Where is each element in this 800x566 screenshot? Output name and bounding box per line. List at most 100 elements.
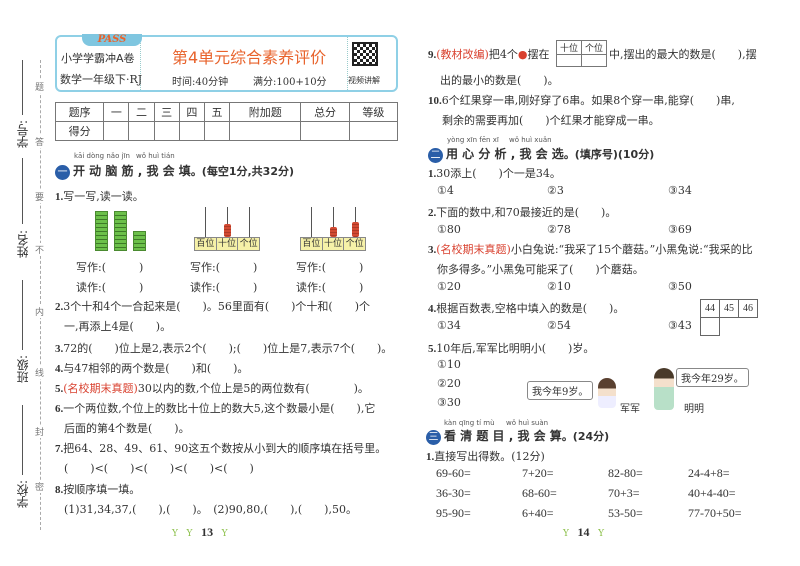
ten-stick-bundle	[95, 211, 108, 251]
fold-word: 内	[35, 305, 45, 318]
option[interactable]: ②3	[547, 184, 564, 197]
option[interactable]: ①20	[437, 280, 461, 293]
subject-grade: 数学一年级下·RJ	[60, 73, 143, 86]
table-header: 附加题	[229, 102, 302, 122]
source-tag: (教材改编)	[436, 48, 489, 61]
time-limit: 时间:40分钟	[172, 77, 229, 88]
table-header: 题序	[54, 102, 105, 122]
calc-problem[interactable]: 82-80=	[608, 466, 643, 481]
write-answer[interactable]: 写作:( )	[190, 259, 257, 275]
calc-problem[interactable]: 7+20=	[522, 466, 554, 481]
name-field[interactable]	[22, 158, 23, 224]
table-header: 一	[103, 102, 130, 122]
page-number-13: Y Y 13 Y	[172, 525, 228, 540]
question-number: 2.	[55, 301, 64, 313]
calc-problem[interactable]: 36-30=	[436, 486, 471, 501]
blank-cell[interactable]	[700, 317, 720, 336]
calc-problem[interactable]: 77-70+50=	[688, 506, 742, 521]
pass-logo: PASS	[82, 34, 142, 46]
calc-problem[interactable]: 68-60=	[522, 486, 557, 501]
read-answer[interactable]: 读作:( )	[76, 279, 143, 295]
section-title: 用 心 分 析 , 我 会 选	[446, 147, 564, 161]
read-answer[interactable]: 读作:( )	[190, 279, 257, 295]
score-cell[interactable]	[153, 121, 180, 141]
section-1-heading: 一开 动 脑 筋 , 我 会 填。(每空1分,共32分)	[55, 162, 294, 180]
calc-problem[interactable]: 70+3=	[608, 486, 640, 501]
question-text: 一个两位数,个位上的数比十位上的数大5,这个数最小是( ),它	[63, 402, 376, 415]
option[interactable]: ③50	[668, 280, 692, 293]
option[interactable]: ③34	[668, 184, 692, 197]
option[interactable]: ③43	[668, 319, 692, 332]
option[interactable]: ①34	[437, 319, 461, 332]
page-title: 第4单元综合素养评价	[172, 48, 327, 67]
class-field[interactable]	[22, 280, 23, 350]
calc-problem[interactable]: 6+40=	[522, 506, 554, 521]
question-text: 下面的数中,和70最接近的是( )。	[436, 206, 617, 219]
table-row: 题序 一 二 三 四 五 附加题 总分 等级	[54, 102, 399, 122]
pinyin: kàn qīng tí mù	[444, 419, 495, 427]
option[interactable]: ②54	[547, 319, 571, 332]
calc-problem[interactable]: 40+4-40=	[688, 486, 736, 501]
table-header: 二	[128, 102, 155, 122]
school-field[interactable]	[22, 405, 23, 475]
source-tag: (名校期末真题)	[436, 243, 511, 256]
option[interactable]: ③30	[437, 396, 461, 409]
question-text: 与47相邻的两个数是( )和( )。	[63, 362, 249, 375]
series-name: 小学学霸冲A卷	[61, 52, 135, 65]
pinyin: wǒ huì xuǎn	[509, 136, 552, 144]
score-cell[interactable]	[128, 121, 155, 141]
calc-problem[interactable]: 95-90=	[436, 506, 471, 521]
fold-word: 线	[35, 366, 45, 379]
question-text: 把64、28、49、61、90这五个数按从小到大的顺序填在括号里。	[63, 442, 387, 455]
full-score: 满分:100+10分	[253, 77, 327, 88]
read-answer[interactable]: 读作:( )	[296, 279, 363, 295]
section-note: 。(每空1分,共32分)	[190, 165, 295, 178]
pinyin: yòng xīn fēn xī	[447, 136, 499, 144]
place-label: 百位	[301, 238, 323, 250]
sequence-blanks[interactable]: (1)31,34,37,( ),( )。 (2)90,80,( ),( ),50…	[64, 501, 357, 517]
calc-problem[interactable]: 69-60=	[436, 466, 471, 481]
question-text: 72的( )位上是2,表示2个( );( )位上是7,表示7个( )。	[63, 342, 393, 355]
question-number: 2.	[428, 207, 437, 219]
option[interactable]: ①10	[437, 358, 461, 371]
video-explain-label: 视频讲解	[348, 76, 380, 85]
ordering-blanks[interactable]: ( )<( )<( )<( )<( )	[64, 460, 254, 476]
score-cell[interactable]	[300, 121, 350, 141]
write-answer[interactable]: 写作:( )	[296, 259, 363, 275]
question-number: 5.	[428, 343, 437, 355]
place-label: 十位	[556, 40, 582, 55]
question-text: 直接写出得数。(12分)	[434, 450, 545, 463]
question-text: 小白兔说:“我采了15个蘑菇。”小黑兔说:“我采的比	[510, 243, 753, 256]
qr-code-icon[interactable]	[352, 42, 378, 66]
option[interactable]: ②10	[547, 280, 571, 293]
place-label: 个位	[345, 239, 364, 249]
score-cell[interactable]	[229, 121, 302, 141]
question-text: 10年后,军军比明明小( )岁。	[436, 342, 595, 355]
option[interactable]: ①4	[437, 184, 454, 197]
question-number: 10.	[428, 95, 442, 107]
section-title: 看 清 题 目 , 我 会 算	[444, 429, 562, 443]
write-answer[interactable]: 写作:( )	[76, 259, 143, 275]
option[interactable]: ②78	[547, 223, 571, 236]
question-number: 4.	[428, 303, 437, 315]
calc-problem[interactable]: 53-50=	[608, 506, 643, 521]
option[interactable]: ①80	[437, 223, 461, 236]
fold-word: 不	[35, 243, 45, 256]
fold-word: 题	[35, 80, 45, 93]
score-cell[interactable]	[348, 121, 399, 141]
student-id-field[interactable]	[22, 60, 23, 115]
name-label: 姓名:	[16, 230, 30, 259]
question-number: 8.	[55, 484, 64, 496]
question-text: 出的最小的数是( )。	[440, 74, 559, 87]
table-header: 三	[153, 102, 180, 122]
calc-problem[interactable]: 24-4+8=	[688, 466, 730, 481]
option[interactable]: ②20	[437, 377, 461, 390]
score-cell[interactable]	[103, 121, 130, 141]
option[interactable]: ③69	[668, 223, 692, 236]
pinyin: wǒ huì suàn	[506, 419, 549, 427]
question-number: 5.	[55, 383, 64, 395]
score-cell[interactable]	[203, 121, 231, 141]
score-cell[interactable]	[178, 121, 205, 141]
question-text: 3个十和4个一合起来是( )。56里面有( )个十和( )个	[63, 300, 370, 313]
section-note: 。(填序号)(10分)	[563, 148, 655, 161]
